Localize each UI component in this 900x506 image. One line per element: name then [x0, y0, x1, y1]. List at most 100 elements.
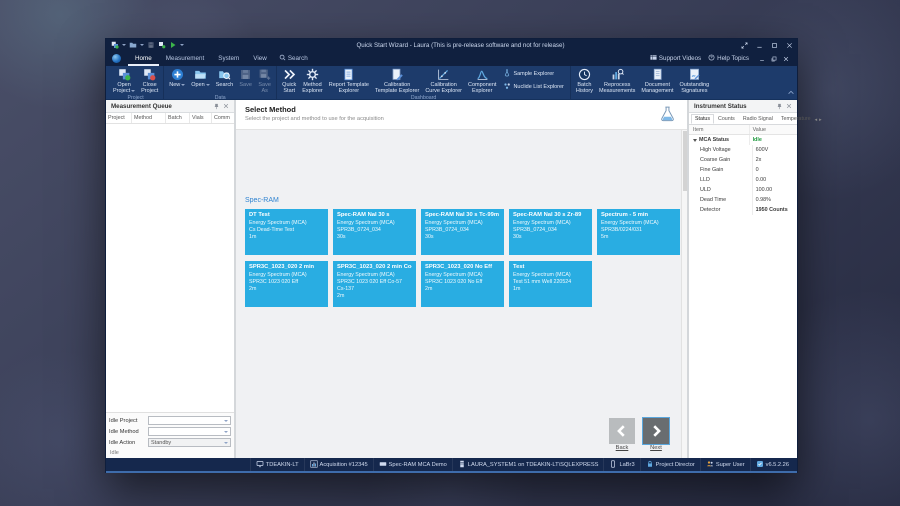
column-header-batch[interactable]: Batch	[166, 113, 190, 123]
method-tile[interactable]: SPR3C_1023_020 2 min Co-5... Energy Spec…	[333, 261, 416, 307]
tab-system[interactable]: System	[211, 51, 246, 66]
open-data-button[interactable]: Open	[188, 67, 212, 95]
close-project-icon	[143, 68, 156, 81]
tab-counts[interactable]: Counts	[714, 114, 739, 124]
component-explorer-button[interactable]: Component Explorer	[465, 67, 499, 95]
statusbar-acquisition[interactable]: Acquisition #12345	[304, 458, 373, 471]
reprocess-measurements-button[interactable]: Reprocess Measurements	[596, 67, 638, 95]
status-row[interactable]: Detector 1950 Counts	[689, 205, 797, 215]
tab-view[interactable]: View	[246, 51, 274, 66]
pin-icon[interactable]	[774, 101, 784, 111]
qat-caret-icon[interactable]	[122, 44, 126, 46]
column-header-vials[interactable]: Vials	[190, 113, 212, 123]
method-tile[interactable]: DT Test Energy Spectrum (MCA) Cs Dead-Ti…	[245, 209, 328, 255]
calibration-template-explorer-button[interactable]: Calibration Template Explorer	[372, 67, 422, 95]
report-template-explorer-button[interactable]: Report Template Explorer	[326, 67, 372, 95]
nuclide-list-explorer-button[interactable]: Nuclide List Explorer	[503, 82, 563, 92]
grid-header-value[interactable]: Value	[750, 125, 797, 134]
pin-icon[interactable]	[211, 101, 221, 111]
next-button[interactable]: Next	[643, 418, 669, 451]
column-header-project[interactable]: Project	[106, 113, 132, 123]
doc-close-button[interactable]	[780, 52, 792, 65]
fullscreen-button[interactable]	[737, 39, 752, 51]
idle-project-label: Idle Project	[109, 418, 146, 424]
back-button[interactable]: Back	[609, 418, 635, 451]
ribbon-group-tools: Batch History Reprocess Measurements Doc…	[571, 66, 714, 99]
idle-action-combobox[interactable]: Standby	[148, 438, 231, 447]
outstanding-signatures-button[interactable]: Outstanding Signatures	[677, 67, 713, 95]
status-row[interactable]: Fine Gain 0	[689, 165, 797, 175]
ribbon-search[interactable]: Search	[279, 54, 308, 63]
measurement-queue-panel: Measurement Queue Project Method Batch V…	[106, 100, 236, 458]
tab-status[interactable]: Status	[691, 114, 714, 124]
close-panel-icon[interactable]	[784, 101, 794, 111]
help-topics-link[interactable]: Help Topics	[708, 54, 749, 63]
qat-caret-icon[interactable]	[140, 44, 144, 46]
method-explorer-button[interactable]: Method Explorer	[299, 67, 325, 95]
tab-radio-signal[interactable]: Radio Signal	[739, 114, 777, 124]
queue-list-body[interactable]	[106, 124, 234, 412]
idle-method-combobox[interactable]	[148, 427, 231, 436]
tab-measurement[interactable]: Measurement	[159, 51, 212, 66]
statusbar-user[interactable]: Super User	[700, 458, 750, 471]
support-videos-link[interactable]: Support Videos	[650, 54, 701, 63]
sample-explorer-button[interactable]: Sample Explorer	[503, 69, 563, 79]
tab-temperature[interactable]: Temperature	[777, 114, 815, 124]
qat-open-project-icon[interactable]	[111, 41, 119, 49]
method-tile[interactable]: Test Energy Spectrum (MCA) Test 51 mm We…	[509, 261, 592, 307]
document-management-button[interactable]: Document Management	[638, 67, 676, 95]
statusbar-computer[interactable]: TDEAKIN-LT	[250, 458, 304, 471]
search-data-button[interactable]: Search	[213, 67, 236, 95]
save-as-icon	[258, 68, 271, 81]
dropdown-caret-icon	[206, 84, 210, 86]
calibration-curve-explorer-button[interactable]: Calibration Curve Explorer	[422, 67, 465, 95]
method-tile[interactable]: Spec-RAM NaI 30 s Tc-99m Energy Spectrum…	[421, 209, 504, 255]
close-panel-icon[interactable]	[221, 101, 231, 111]
status-row[interactable]: High Voltage 600V	[689, 145, 797, 155]
ribbon-collapse-icon[interactable]	[788, 90, 794, 97]
method-tile[interactable]: Spec-RAM NaI 30 s Energy Spectrum (MCA) …	[333, 209, 416, 255]
batch-history-button[interactable]: Batch History	[573, 67, 596, 95]
method-tile[interactable]: Spectrum - 5 min Energy Spectrum (MCA) S…	[597, 209, 680, 255]
new-button[interactable]: New	[166, 67, 188, 95]
close-button[interactable]	[782, 39, 797, 51]
qat-acquire-icon[interactable]	[158, 41, 166, 49]
doc-minimize-button[interactable]	[756, 52, 768, 65]
status-row[interactable]: Coarse Gain 2x	[689, 155, 797, 165]
column-header-method[interactable]: Method	[132, 113, 166, 123]
save-button[interactable]: Save	[236, 67, 255, 95]
statusbar-role[interactable]: Project Director	[640, 458, 700, 471]
minimize-button[interactable]	[752, 39, 767, 51]
open-project-button[interactable]: Open Project	[110, 67, 138, 95]
expander-icon[interactable]	[693, 139, 697, 142]
method-tile[interactable]: SPR3C_1023_020 2 min Energy Spectrum (MC…	[245, 261, 328, 307]
idle-project-combobox[interactable]	[148, 416, 231, 425]
search-label: Search	[288, 55, 308, 62]
close-project-button[interactable]: Close Project	[138, 67, 161, 95]
method-tile[interactable]: Spec-RAM NaI 30 s Zr-89 Energy Spectrum …	[509, 209, 592, 255]
statusbar-detector[interactable]: LaBr3	[603, 458, 639, 471]
statusbar-database[interactable]: LAURA_SYSTEM1 on TDEAKIN-LT\SQLEXPRESS	[452, 458, 604, 471]
method-tile[interactable]: SPR3C_1023_020 No Eff Energy Spectrum (M…	[421, 261, 504, 307]
qat-save-icon[interactable]	[147, 41, 155, 49]
column-header-comments[interactable]: Comm	[212, 113, 234, 123]
document-controls	[756, 52, 792, 65]
status-row[interactable]: ULD 100.00	[689, 185, 797, 195]
grid-header-item[interactable]: Item	[689, 125, 750, 134]
tab-scroll-left-icon[interactable]: ◂	[815, 117, 818, 123]
status-row[interactable]: LLD 0.00	[689, 175, 797, 185]
doc-restore-button[interactable]	[768, 52, 780, 65]
statusbar-demo-device[interactable]: Spec-RAM MCA Demo	[373, 458, 452, 471]
tab-scroll-right-icon[interactable]: ▸	[819, 117, 822, 123]
maximize-button[interactable]	[767, 39, 782, 51]
quick-start-button[interactable]: Quick Start	[279, 67, 299, 95]
app-logo-icon[interactable]	[112, 54, 121, 63]
status-row[interactable]: Dead Time 0.98%	[689, 195, 797, 205]
vertical-scrollbar[interactable]	[681, 130, 687, 458]
tab-home[interactable]: Home	[128, 51, 159, 66]
save-as-button[interactable]: Save As	[255, 67, 274, 95]
statusbar-version[interactable]: v6.5.2.26	[750, 458, 794, 471]
status-row[interactable]: MCA Status Idle	[689, 135, 797, 145]
qat-run-icon[interactable]	[169, 41, 177, 49]
qat-open-folder-icon[interactable]	[129, 41, 137, 49]
